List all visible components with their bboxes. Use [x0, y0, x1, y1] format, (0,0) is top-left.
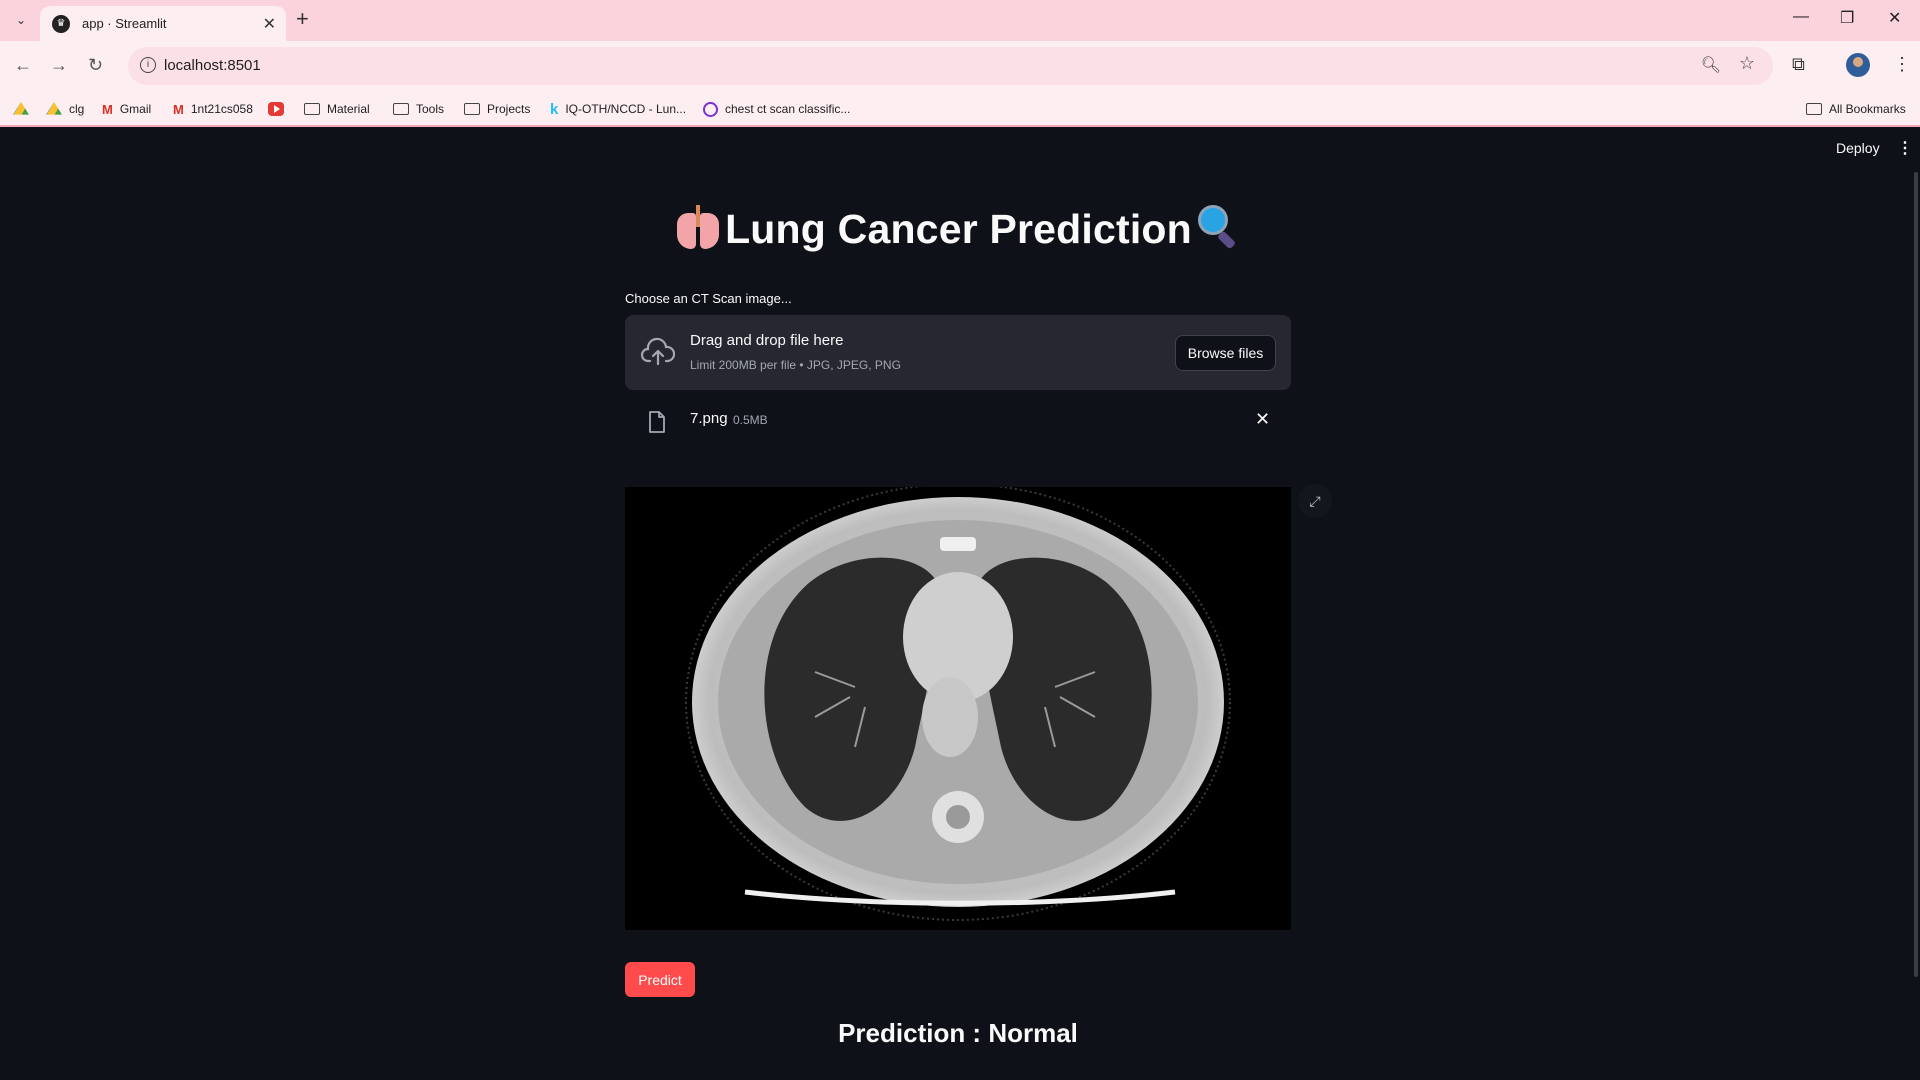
browser-toolbar: ← → ↻ i localhost:8501 🔍︎ ☆ ⧉ ⋮ — [0, 41, 1920, 91]
file-name: 7.png — [690, 410, 728, 427]
tab-title: app · Streamlit — [82, 16, 167, 31]
browse-files-button[interactable]: Browse files — [1175, 335, 1276, 371]
new-tab-icon[interactable]: + — [296, 8, 309, 30]
bookmark-chest-ct[interactable]: chest ct scan classific... — [703, 99, 850, 119]
all-bookmarks-label: All Bookmarks — [1829, 102, 1906, 116]
folder-icon — [393, 103, 409, 115]
site-info-icon[interactable]: i — [140, 57, 156, 73]
bookmark-iq-oth[interactable]: k IQ-OTH/NCCD - Lun... — [550, 99, 686, 119]
reload-icon[interactable]: ↻ — [88, 55, 103, 76]
bookmark-label: 1nt21cs058 — [190, 102, 253, 116]
deploy-button[interactable]: Deploy — [1836, 140, 1880, 156]
tab-close-icon[interactable]: ✕ — [263, 14, 276, 34]
streamlit-app: Deploy ⋮ Lung Cancer Prediction Choose a… — [0, 128, 1920, 1080]
bookmark-tools[interactable]: Tools — [393, 99, 444, 119]
page-title: Lung Cancer Prediction — [625, 205, 1290, 253]
prediction-result: Prediction : Normal — [838, 1018, 1078, 1048]
folder-icon — [464, 103, 480, 115]
bookmark-gmail[interactable]: M Gmail — [102, 99, 151, 119]
fullscreen-expand-icon[interactable]: ⤢ — [1298, 484, 1332, 518]
uploaded-file: 7.png 0.5MB ✕ — [625, 398, 1291, 458]
profile-avatar[interactable] — [1846, 53, 1870, 77]
bookmark-youtube[interactable] — [268, 99, 291, 119]
bookmark-label: clg — [69, 102, 85, 116]
bookmark-label: Gmail — [119, 102, 152, 116]
folder-icon — [304, 103, 320, 115]
gmail-icon: M — [173, 101, 184, 117]
bookmark-label: IQ-OTH/NCCD - Lun... — [565, 102, 687, 116]
browser-menu-icon[interactable]: ⋮ — [1893, 54, 1911, 75]
file-icon — [649, 411, 665, 433]
ct-scan-graphic — [685, 487, 1231, 921]
site-icon — [703, 101, 718, 117]
browser-tab[interactable]: ♛ app · Streamlit ✕ — [40, 6, 286, 41]
predict-button[interactable]: Predict — [625, 962, 695, 997]
bookmark-label: Tools — [416, 102, 445, 116]
dropzone-limit: Limit 200MB per file • JPG, JPEG, PNG — [690, 358, 901, 372]
minimize-icon[interactable]: — — [1793, 8, 1809, 26]
kaggle-icon: k — [550, 100, 559, 118]
bookmark-1nt21cs058[interactable]: M 1nt21cs058 — [173, 99, 253, 119]
remove-file-icon[interactable]: ✕ — [1255, 409, 1270, 430]
streamlit-favicon-icon: ♛ — [52, 14, 70, 33]
cloud-upload-icon — [641, 337, 675, 366]
window-close-icon[interactable]: ✕ — [1888, 8, 1901, 28]
uploader-label: Choose an CT Scan image... — [625, 291, 792, 306]
extensions-icon[interactable]: ⧉ — [1792, 54, 1805, 75]
bookmark-drive[interactable] — [13, 99, 36, 119]
bookmark-clg[interactable]: clg — [46, 99, 84, 119]
back-icon[interactable]: ← — [14, 55, 32, 76]
google-drive-icon — [46, 102, 62, 115]
dropzone-instructions: Drag and drop file here — [690, 332, 844, 349]
bookmark-star-icon[interactable]: ☆ — [1739, 53, 1755, 74]
lungs-emoji-icon — [677, 205, 720, 249]
bookmark-material[interactable]: Material — [304, 99, 370, 119]
ct-scan-image — [625, 487, 1291, 930]
youtube-icon — [268, 102, 284, 116]
google-drive-icon — [13, 102, 29, 115]
scrollbar[interactable] — [1914, 172, 1918, 977]
forward-icon[interactable]: → — [50, 55, 68, 76]
file-dropzone[interactable]: Drag and drop file here Limit 200MB per … — [625, 315, 1291, 390]
zoom-icon[interactable]: 🔍︎ — [1701, 55, 1721, 75]
address-bar[interactable]: i localhost:8501 🔍︎ ☆ — [128, 47, 1773, 85]
url-text[interactable]: localhost:8501 — [164, 57, 261, 74]
browser-tab-bar: ⌄ ♛ app · Streamlit ✕ + — ❐ ✕ — [0, 0, 1920, 41]
bookmark-projects[interactable]: Projects — [464, 99, 530, 119]
bookmark-label: chest ct scan classific... — [725, 102, 851, 116]
bookmarks-bar: clg M Gmail M 1nt21cs058 Material Tools Pr… — [0, 91, 1920, 127]
magnifier-emoji-icon — [1197, 205, 1238, 250]
file-size: 0.5MB — [733, 413, 768, 427]
gmail-icon: M — [102, 101, 113, 117]
main-menu-icon[interactable]: ⋮ — [1897, 138, 1913, 158]
page-title-text: Lung Cancer Prediction — [725, 206, 1192, 252]
bookmark-label: Material — [327, 102, 370, 116]
restore-icon[interactable]: ❐ — [1840, 8, 1854, 28]
folder-icon — [1806, 103, 1822, 115]
all-bookmarks[interactable]: All Bookmarks — [1806, 99, 1906, 119]
bookmark-label: Projects — [487, 102, 531, 116]
tab-search-dropdown-icon[interactable]: ⌄ — [10, 9, 32, 31]
